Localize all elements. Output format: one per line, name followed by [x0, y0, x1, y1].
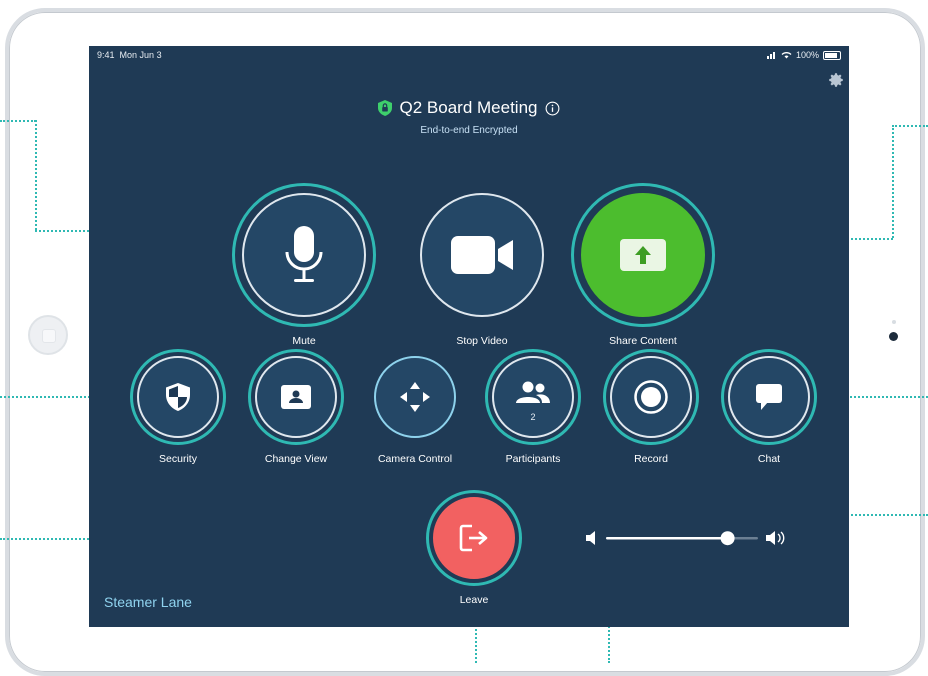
change-view-ring: [248, 349, 344, 445]
leave-label: Leave: [459, 594, 489, 606]
participant-count: 2: [530, 412, 536, 422]
callout-line-share-top: [892, 125, 928, 127]
stop-video-label: Stop Video: [456, 335, 508, 347]
security-label: Security: [159, 453, 197, 465]
room-name: Steamer Lane: [104, 594, 192, 610]
shield-icon: [166, 383, 190, 411]
change-view-label: Change View: [264, 453, 328, 465]
share-content-inner: [581, 193, 705, 317]
callout-line-share-v: [892, 125, 894, 238]
change-view-button[interactable]: Change View: [248, 349, 344, 465]
status-bar: 9:41 Mon Jun 3 100%: [97, 48, 841, 62]
leave-inner: [433, 497, 515, 579]
callout-line-mute-v: [35, 120, 37, 230]
upload-arrow-icon: [620, 239, 666, 271]
volume-slider[interactable]: [586, 530, 786, 546]
signal-icon: [766, 52, 775, 59]
participants-inner: 2: [492, 356, 574, 438]
status-system-icons: 100%: [766, 50, 841, 60]
stop-video-ring: [410, 183, 554, 327]
home-button: [28, 315, 68, 355]
front-camera: [889, 332, 898, 341]
wifi-icon: [781, 52, 792, 59]
participants-button[interactable]: 2 Participants: [485, 349, 581, 465]
record-inner: [610, 356, 692, 438]
mute-label: Mute: [292, 335, 316, 347]
volume-fill: [606, 537, 728, 540]
record-icon: [634, 380, 668, 414]
camera-control-inner: [374, 356, 456, 438]
meeting-title: Q2 Board Meeting: [399, 98, 538, 117]
stop-video-button[interactable]: Stop Video: [410, 183, 554, 347]
mute-inner: [242, 193, 366, 317]
record-button[interactable]: Record: [603, 349, 699, 465]
chat-inner: [728, 356, 810, 438]
stop-video-inner: [420, 193, 544, 317]
chat-bubble-icon: [756, 384, 782, 410]
four-arrows-icon: [400, 382, 430, 412]
meeting-title-row: Q2 Board Meeting: [89, 98, 849, 118]
camera-control-label: Camera Control: [377, 453, 453, 465]
leave-ring: [426, 490, 522, 586]
people-icon: [516, 381, 550, 403]
shield-lock-icon: [377, 100, 392, 116]
chat-button[interactable]: Chat: [721, 349, 817, 465]
speaker-high-icon: [766, 531, 785, 545]
microphone-icon: [285, 226, 323, 282]
mute-button[interactable]: Mute: [232, 183, 376, 347]
status-time: 9:41 Mon Jun 3: [97, 50, 162, 60]
exit-icon: [459, 524, 488, 552]
volume-thumb[interactable]: [720, 531, 735, 546]
security-inner: [137, 356, 219, 438]
zoom-rooms-controller-screen: 9:41 Mon Jun 3 100% Q2 Board Meeting End…: [89, 46, 849, 627]
security-ring: [130, 349, 226, 445]
chat-label: Chat: [757, 453, 781, 465]
participants-ring: 2: [485, 349, 581, 445]
chat-ring: [721, 349, 817, 445]
share-content-ring: [571, 183, 715, 327]
participants-label: Participants: [505, 453, 561, 465]
camera-control-ring: [367, 349, 463, 445]
share-content-button[interactable]: Share Content: [571, 183, 715, 347]
leave-button[interactable]: Leave: [426, 490, 522, 606]
video-camera-icon: [451, 236, 513, 274]
speaker-low-icon: [586, 531, 595, 545]
change-view-inner: [255, 356, 337, 438]
record-label: Record: [634, 453, 668, 465]
battery-percent: 100%: [795, 50, 819, 60]
info-icon[interactable]: [545, 101, 560, 116]
sensor-dot: [892, 320, 896, 324]
mute-ring: [232, 183, 376, 327]
gear-icon[interactable]: [827, 71, 845, 89]
camera-control-button[interactable]: Camera Control: [367, 349, 463, 465]
meeting-subtitle: End-to-end Encrypted: [420, 125, 518, 136]
battery-icon: [823, 50, 841, 60]
person-frame-icon: [281, 385, 311, 409]
share-content-label: Share Content: [609, 335, 677, 347]
callout-line-mute: [0, 120, 36, 122]
record-ring: [603, 349, 699, 445]
security-button[interactable]: Security: [130, 349, 226, 465]
